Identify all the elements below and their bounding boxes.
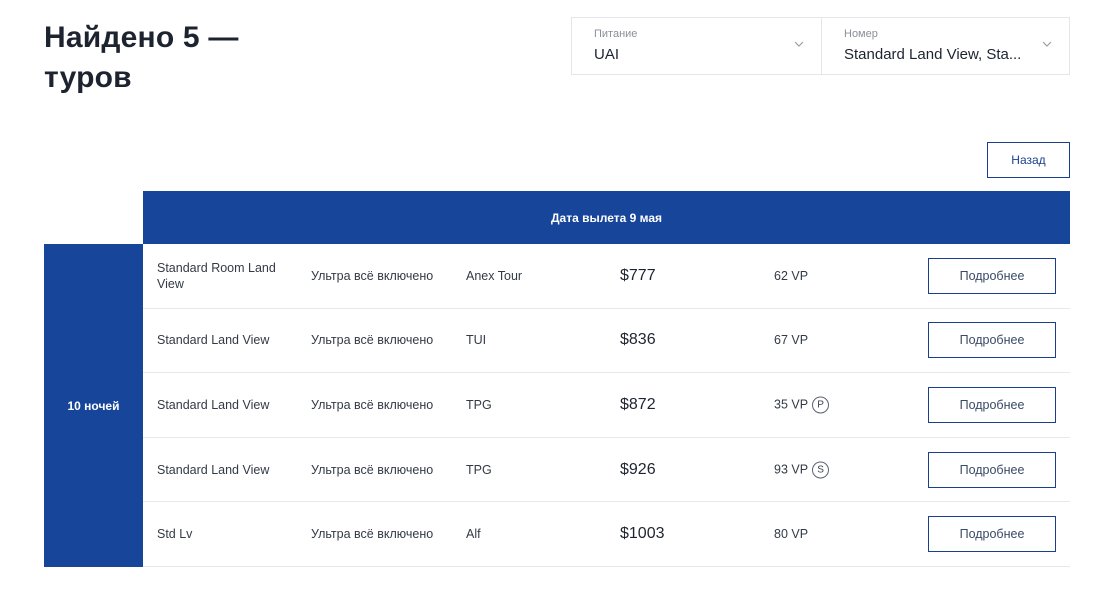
meal-plan: Ультра всё включено	[311, 397, 434, 412]
price: $777	[620, 266, 656, 284]
meal-filter-label: Питание	[594, 28, 638, 40]
tour-operator: TUI	[466, 333, 487, 348]
back-button[interactable]: Назад	[987, 142, 1070, 178]
nights-label: 10 ночей	[44, 244, 143, 567]
tour-operator: Alf	[466, 527, 481, 542]
vp-points: 35 VP P	[774, 396, 830, 414]
room-type: Standard Room Land View	[157, 260, 276, 291]
room-type: Standard Land View	[157, 397, 270, 412]
vp-points: 93 VP S	[774, 461, 830, 479]
details-button[interactable]: Подробнее	[928, 386, 1056, 423]
room-type: Standard Land View	[157, 333, 270, 348]
table-row: Standard Land View Ультра всё включено T…	[143, 438, 1070, 503]
details-button[interactable]: Подробнее	[928, 322, 1056, 359]
price: $872	[620, 395, 656, 413]
room-filter-select[interactable]: Номер Standard Land View, Sta...	[822, 18, 1069, 74]
room-filter-label: Номер	[844, 28, 878, 40]
table-row: Standard Land View Ультра всё включено T…	[143, 309, 1070, 374]
table-row: Std Lv Ультра всё включено Alf $1003 80 …	[143, 502, 1070, 567]
room-type: Std Lv	[157, 527, 193, 542]
vp-badge-icon: P	[812, 396, 830, 414]
vp-points: 67 VP	[774, 333, 808, 347]
filters-bar: Питание UAI Номер Standard Land View, St…	[571, 17, 1070, 75]
price: $836	[620, 331, 656, 349]
price: $926	[620, 460, 656, 478]
tour-results-page: Найдено 5 — туров Питание UAI Номер Stan…	[0, 0, 1112, 611]
tour-results-list: Standard Room Land View Ультра всё включ…	[143, 244, 1070, 567]
chevron-down-icon	[794, 41, 804, 47]
meal-plan: Ультра всё включено	[311, 268, 434, 283]
vp-value: 62 VP	[774, 268, 809, 283]
details-button[interactable]: Подробнее	[928, 451, 1056, 488]
vp-points: 62 VP	[774, 269, 808, 283]
meal-filter-select[interactable]: Питание UAI	[572, 18, 822, 74]
vp-badge-icon: S	[812, 461, 830, 479]
meal-plan: Ультра всё включено	[311, 333, 434, 348]
table-row: Standard Room Land View Ультра всё включ…	[143, 244, 1070, 309]
details-button[interactable]: Подробнее	[928, 257, 1056, 294]
tour-operator: Anex Tour	[466, 268, 523, 283]
details-button[interactable]: Подробнее	[928, 516, 1056, 553]
meal-plan: Ультра всё включено	[311, 527, 434, 542]
vp-value: 93 VP	[774, 462, 809, 477]
meal-filter-value: UAI	[594, 46, 620, 63]
page-title: Найдено 5 — туров	[44, 21, 239, 94]
room-filter-value: Standard Land View, Sta...	[844, 46, 1022, 63]
table-row: Standard Land View Ультра всё включено T…	[143, 373, 1070, 438]
departure-date-header: Дата вылета 9 мая	[143, 191, 1070, 244]
vp-value: 80 VP	[774, 527, 809, 542]
meal-plan: Ультра всё включено	[311, 462, 434, 477]
room-type: Standard Land View	[157, 462, 270, 477]
vp-value: 67 VP	[774, 333, 809, 348]
vp-value: 35 VP	[774, 397, 809, 412]
price: $1003	[620, 525, 665, 543]
tour-operator: TPG	[466, 462, 492, 477]
tour-operator: TPG	[466, 397, 492, 412]
vp-points: 80 VP	[774, 527, 808, 541]
chevron-down-icon	[1042, 41, 1052, 47]
